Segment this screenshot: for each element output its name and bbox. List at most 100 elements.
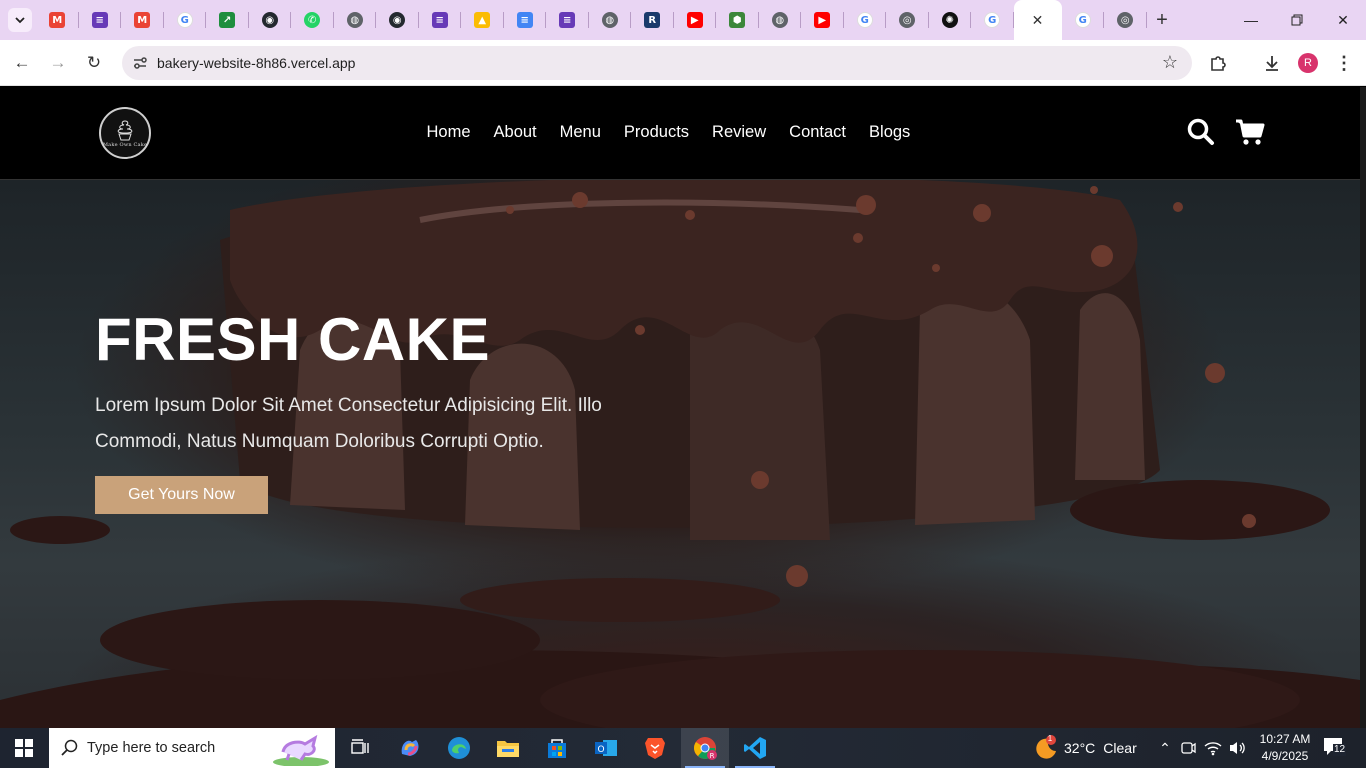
tab-active[interactable]: ✕ — [1013, 0, 1062, 40]
get-yours-now-button[interactable]: Get Yours Now — [95, 476, 268, 514]
browser-tab[interactable]: ◎ — [1104, 0, 1147, 40]
browser-tab[interactable]: ▶ — [674, 0, 717, 40]
chrome-icon: R — [694, 737, 717, 760]
github-icon: ◉ — [389, 12, 406, 28]
browser-tab[interactable]: ≡ — [79, 0, 122, 40]
nav-contact[interactable]: Contact — [789, 123, 846, 142]
app-icon: ↗ — [219, 12, 236, 28]
browser-tab[interactable]: ⬢ — [716, 0, 759, 40]
chevron-up-icon[interactable]: ⌃ — [1156, 740, 1174, 757]
google-icon: G — [984, 12, 1001, 28]
new-tab-button[interactable]: + — [1150, 8, 1174, 32]
forward-button[interactable]: → — [44, 49, 72, 77]
notification-center-button[interactable]: 12 — [1322, 736, 1348, 760]
browser-tab[interactable]: ≡ — [546, 0, 589, 40]
close-window-button[interactable]: ✕ — [1320, 0, 1366, 40]
file-explorer-app[interactable] — [484, 728, 532, 768]
volume-icon[interactable] — [1228, 740, 1246, 756]
globe-icon: ◍ — [771, 12, 788, 28]
brave-app[interactable] — [631, 728, 679, 768]
chrome-app[interactable]: R — [681, 728, 729, 768]
site-info-icon[interactable] — [132, 55, 148, 71]
search-highlight-unicorn-icon — [273, 734, 329, 766]
microsoft-store-app[interactable] — [533, 728, 581, 768]
brave-lion-icon — [645, 738, 665, 759]
forms-icon: ≡ — [559, 12, 576, 28]
browser-toolbar: ← → ↻ bakery-website-8h86.vercel.app ☆ R… — [0, 40, 1366, 86]
reload-icon: ↻ — [86, 53, 102, 72]
weather-widget[interactable]: 1 32°C Clear — [1032, 728, 1137, 768]
start-button[interactable] — [0, 728, 48, 768]
browser-tab[interactable]: ◍ — [759, 0, 802, 40]
drive-icon: ▲ — [474, 12, 491, 28]
browser-tab[interactable]: ◎ — [886, 0, 929, 40]
outlook-app[interactable]: O — [582, 728, 630, 768]
browser-tab[interactable]: ◉ — [376, 0, 419, 40]
restore-icon — [1291, 14, 1303, 26]
whatsapp-icon: ✆ — [304, 12, 321, 28]
arrow-left-icon: ← — [13, 53, 31, 72]
browser-tab[interactable]: G — [971, 0, 1014, 40]
logo-text: Make Own Cake — [102, 141, 148, 148]
site-logo[interactable]: Make Own Cake — [99, 107, 151, 159]
url-text[interactable]: bakery-website-8h86.vercel.app — [157, 55, 355, 71]
edge-app[interactable] — [435, 728, 483, 768]
cart-icon[interactable] — [1235, 117, 1265, 147]
browser-tab[interactable]: R — [631, 0, 674, 40]
cupcake-logo-icon — [117, 119, 133, 140]
browser-tab[interactable]: ▶ — [801, 0, 844, 40]
svg-text:R: R — [710, 752, 715, 760]
task-view-icon — [351, 739, 369, 754]
browser-tab[interactable]: ▲ — [461, 0, 504, 40]
tab-list: M ≡ M G ↗ ◉ ✆ ◍ ◉ ≡ ▲ ≡ ≡ ◍ R ▶ ⬢ ◍ ▶ G ◎ ✺ G ✕ G ◎ — [36, 0, 1147, 40]
browser-tab[interactable]: G — [1062, 0, 1105, 40]
store-icon — [548, 739, 566, 758]
page-scrollbar[interactable] — [1360, 87, 1366, 728]
nav-about[interactable]: About — [494, 123, 537, 142]
browser-tab[interactable]: ≡ — [504, 0, 547, 40]
search-icon — [61, 739, 78, 756]
extensions-button[interactable] — [1204, 49, 1232, 77]
browser-tab[interactable]: M — [121, 0, 164, 40]
browser-tab[interactable]: ≡ — [419, 0, 462, 40]
browser-tab[interactable]: M — [36, 0, 79, 40]
taskbar-search-box[interactable]: Type here to search — [49, 728, 335, 768]
weather-badge: 1 — [1047, 734, 1053, 743]
task-view-button[interactable] — [336, 728, 384, 768]
tab-search-button[interactable] — [8, 8, 32, 32]
browser-tab[interactable]: ✆ — [291, 0, 334, 40]
copilot-app[interactable] — [386, 728, 434, 768]
bookmark-star-icon[interactable]: ☆ — [1162, 52, 1178, 73]
browser-tab[interactable]: ↗ — [206, 0, 249, 40]
browser-tab[interactable]: G — [164, 0, 207, 40]
windows-logo-icon — [15, 739, 33, 757]
browser-tab[interactable]: ◍ — [589, 0, 632, 40]
browser-tab[interactable]: G — [844, 0, 887, 40]
address-bar[interactable]: bakery-website-8h86.vercel.app ☆ — [122, 46, 1192, 80]
clock[interactable]: 10:27 AM 4/9/2025 — [1250, 731, 1320, 765]
nav-review[interactable]: Review — [712, 123, 766, 142]
vscode-app[interactable] — [731, 728, 779, 768]
meet-now-icon[interactable] — [1180, 740, 1196, 756]
globe-icon: ◍ — [346, 12, 363, 28]
downloads-button[interactable] — [1258, 49, 1286, 77]
nav-products[interactable]: Products — [624, 123, 689, 142]
browser-tab[interactable]: ◍ — [334, 0, 377, 40]
svg-text:O: O — [597, 745, 604, 755]
browser-tab[interactable]: ✺ — [929, 0, 972, 40]
back-button[interactable]: ← — [8, 49, 36, 77]
restore-button[interactable] — [1274, 0, 1320, 40]
browser-tab[interactable]: ◉ — [249, 0, 292, 40]
profile-button[interactable]: R — [1294, 49, 1322, 77]
copilot-icon — [401, 740, 419, 756]
clock-date: 4/9/2025 — [1261, 749, 1309, 763]
minimize-button[interactable]: — — [1228, 0, 1274, 40]
chrome-menu-button[interactable]: ⋮ — [1330, 49, 1358, 77]
close-icon[interactable]: ✕ — [1032, 12, 1044, 29]
reload-button[interactable]: ↻ — [80, 49, 108, 77]
wifi-icon[interactable] — [1204, 740, 1222, 756]
nav-blogs[interactable]: Blogs — [869, 123, 910, 142]
search-icon[interactable] — [1186, 117, 1216, 147]
nav-menu[interactable]: Menu — [560, 123, 601, 142]
nav-home[interactable]: Home — [427, 123, 471, 142]
